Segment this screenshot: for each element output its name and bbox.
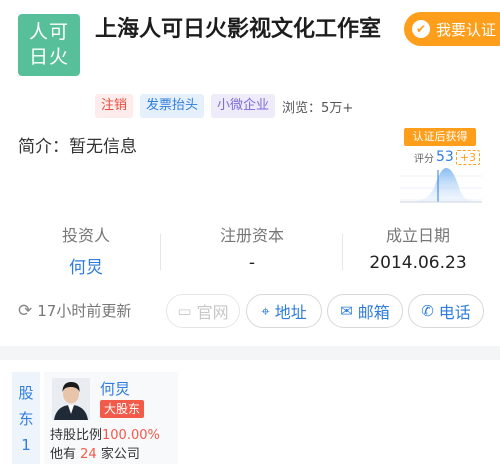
stat-investor: 投资人 何炅 [6,222,166,278]
shareholder-name[interactable]: 何炅 [100,378,130,399]
view-count: 浏览：5万+ [282,100,354,116]
check-circle-icon: ✔ [412,20,430,38]
logo-line2: 日火 [28,46,69,68]
location-pin-icon: ⌖ [261,302,270,320]
email-label: 邮箱 [357,303,390,322]
investor-label: 投资人 [61,226,110,245]
capital-label: 注册资本 [219,226,284,245]
ratio-label: 持股比例 [50,428,103,443]
ratio-value: 100.00% [102,428,160,443]
envelope-icon: ✉ [340,302,353,320]
action-row: ⟳ 17小时前更新 ▭ 官网 ⌖ 地址 ✉ 邮箱 ✆ 电话 [0,294,500,330]
bell-curve [400,168,482,202]
companies-count: 24 [80,447,97,462]
email-button[interactable]: ✉ 邮箱 [327,294,403,328]
shareholder-count: 1 [21,436,31,454]
company-logo: 人可 日火 [18,14,80,76]
phone-icon: ✆ [421,302,434,320]
companies-prefix: 他有 [50,447,77,462]
update-status[interactable]: ⟳ 17小时前更新 [18,300,131,321]
address-button[interactable]: ⌖ 地址 [246,294,322,328]
claim-button[interactable]: ✔ 我要认证 [404,12,500,46]
score-row: 评分 53 +3 [414,149,481,165]
section-separator [0,346,500,360]
stat-capital: 注册资本 - [172,222,332,273]
capital-value: - [248,253,256,273]
invoice-tag[interactable]: 发票抬头 [140,94,205,118]
score-plus: +3 [455,149,481,165]
investor-link[interactable]: 何炅 [6,253,166,278]
monitor-icon: ▭ [177,302,192,320]
related-companies[interactable]: 他有 24 家公司 [50,443,140,462]
founded-value: 2014.06.23 [369,253,467,273]
stat-founded: 成立日期 2014.06.23 [338,222,498,273]
founded-label: 成立日期 [385,226,450,245]
phone-label: 电话 [438,303,471,322]
company-name: 上海人可日火影视文化工作室 [95,17,382,42]
scale-tag: 小微企业 [211,94,276,118]
score-badge[interactable]: 认证后获得 [404,128,476,146]
address-label: 地址 [274,303,307,322]
companies-suffix: 家公司 [100,447,140,462]
shareholder-section-label: 股东 [18,384,34,428]
shareholder-section-tab[interactable]: 股东 1 [12,372,40,464]
phone-button[interactable]: ✆ 电话 [408,294,484,328]
shareholding-ratio: 持股比例100.00% [50,424,160,443]
avatar [52,378,90,420]
claim-button-label: 我要认证 [436,20,497,39]
website-button[interactable]: ▭ 官网 [166,294,240,328]
refresh-icon: ⟳ [18,300,33,321]
score-label: 评分 [414,153,434,165]
divider [160,234,161,270]
score-value: 53 [436,149,454,165]
stats-row: 投资人 何炅 注册资本 - 成立日期 2014.06.23 [0,222,500,282]
score-distribution-chart [400,168,482,203]
update-text: 17小时前更新 [37,302,132,320]
website-label: 官网 [196,303,229,322]
logo-line1: 人可 [28,21,69,43]
company-intro: 简介：暂无信息 [18,137,137,157]
tag-row: 注销 发票抬头 小微企业 浏览：5万+ [95,94,353,118]
major-shareholder-badge: 大股东 [100,400,145,418]
status-tag: 注销 [95,94,134,118]
shareholder-card[interactable]: 何炅 大股东 持股比例100.00% 他有 24 家公司 [44,372,178,464]
